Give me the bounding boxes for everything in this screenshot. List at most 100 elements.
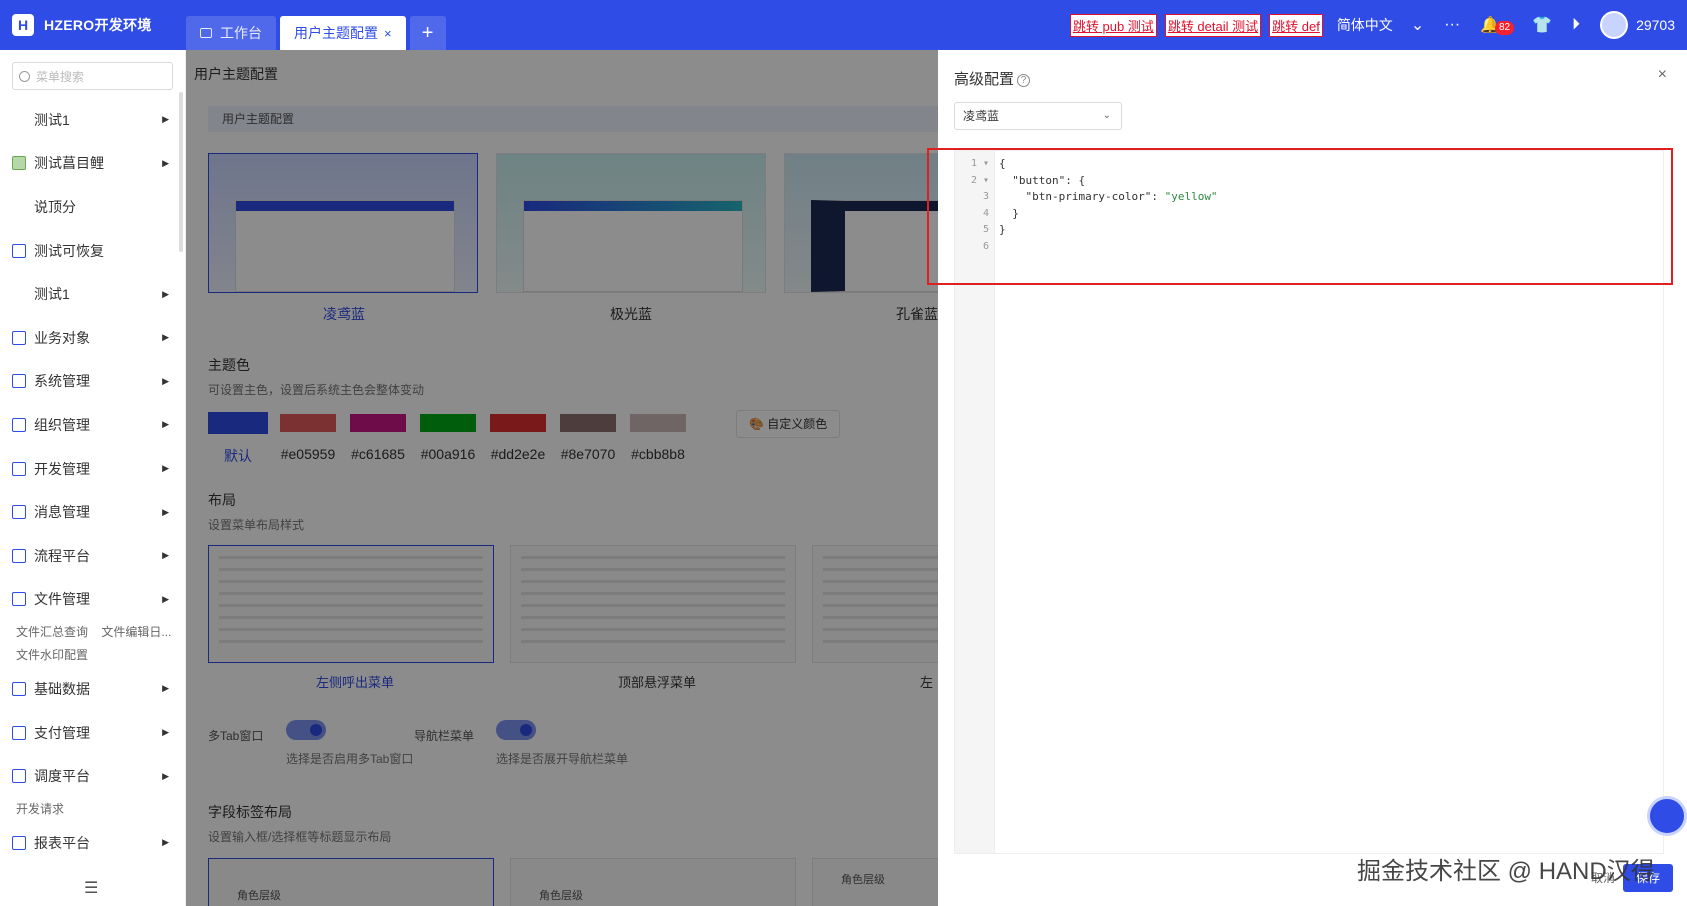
sidebar-menu-item[interactable]: 说顶分 (0, 185, 185, 229)
caret-right-icon: ▶ (162, 332, 169, 343)
drawer-title: 高级配置? (954, 68, 1031, 89)
sidebar-item-label: 基础数据 (34, 680, 90, 697)
more-icon[interactable]: ··· (1444, 16, 1460, 34)
annotation-highlight-box (927, 148, 1673, 285)
sidebar-menu-item[interactable]: 测试1 ▶ (0, 272, 185, 316)
close-icon[interactable]: × (1658, 66, 1667, 84)
sidebar: 菜单搜索 测试1 ▶ 测试菖目鲤 ▶ 说顶分 测试可恢复 测试1 ▶ 业务对象 ▶ 系统管理 ▶ 组织管… (0, 50, 186, 906)
data-icon (12, 681, 26, 696)
table-icon (12, 243, 26, 258)
tab-label: 工作台 (220, 25, 262, 41)
shirt-icon[interactable]: 👕 (1532, 15, 1552, 35)
schedule-icon (12, 769, 26, 784)
add-tab-button[interactable]: + (409, 16, 446, 50)
sidebar-item-label: 测试可恢复 (34, 242, 104, 259)
tab-user-theme-config[interactable]: 用户主题配置 × (280, 16, 406, 50)
sidebar-menu-item[interactable]: 测试菖目鲤 ▶ (0, 142, 185, 186)
chevron-down-icon[interactable]: ⌄ (1411, 15, 1424, 35)
sidebar-menu-item[interactable]: 组织管理 ▶ (0, 403, 185, 447)
sidebar-item-label: 开发管理 (34, 460, 90, 477)
caret-right-icon: ▶ (162, 114, 169, 125)
sidebar-menu-item[interactable]: 基础数据 ▶ (0, 667, 185, 711)
monitor-icon (200, 28, 212, 38)
caret-right-icon: ▶ (162, 288, 169, 299)
help-float-icon[interactable] (1647, 796, 1687, 836)
sidebar-menu-item[interactable]: 文件管理 ▶ (0, 578, 185, 622)
avatar[interactable] (1600, 11, 1629, 39)
user-name[interactable]: 29703 (1636, 17, 1675, 33)
caret-right-icon: ▶ (162, 375, 169, 386)
sidebar-item-label: 消息管理 (34, 504, 90, 521)
sidebar-item-label: 文件管理 (34, 591, 90, 608)
caret-right-icon: ▶ (162, 419, 169, 430)
notification-badge: 82 (1495, 21, 1515, 35)
sidebar-item-label: 调度平台 (34, 768, 90, 785)
sidebar-item-label: 说顶分 (34, 198, 76, 215)
language-select[interactable]: 简体中文 (1337, 15, 1393, 35)
sub-link-file-watermark[interactable]: 文件水印配置 (16, 648, 88, 662)
sidebar-item-label: 支付管理 (34, 724, 90, 741)
modal-mask[interactable] (186, 50, 938, 906)
sidebar-item-label: 报表平台 (34, 834, 90, 851)
drawer-title-text: 高级配置 (954, 71, 1015, 88)
code-icon (12, 461, 26, 476)
sub-link-file-edit-log[interactable]: 文件编辑日... (101, 625, 171, 639)
sidebar-item-label: 组织管理 (34, 416, 90, 433)
caret-right-icon: ▶ (162, 683, 169, 694)
spacer-icon (12, 200, 26, 214)
message-icon (12, 505, 26, 520)
sidebar-menu-item[interactable]: 测试1 ▶ (0, 98, 185, 142)
caret-right-icon: ▶ (162, 157, 169, 168)
menu-search-input[interactable]: 菜单搜索 (12, 62, 173, 90)
sidebar-menu-item[interactable]: 消息管理 ▶ (0, 490, 185, 534)
caret-right-icon: ▶ (162, 463, 169, 474)
file-sub-links: 文件汇总查询 文件编辑日... 文件水印配置 (0, 621, 185, 667)
bell-icon[interactable]: 🔔 82 (1480, 15, 1515, 35)
sidebar-menu-item[interactable]: 流程平台 ▶ (0, 534, 185, 578)
tab-bar: 工作台 用户主题配置 × + (186, 0, 446, 50)
sidebar-menu-item[interactable]: 业务对象 ▶ (0, 316, 185, 360)
caret-right-icon: ▶ (162, 837, 169, 848)
robot-icon (12, 156, 26, 171)
theme-select-value: 凌鸢蓝 (963, 109, 1000, 123)
sidebar-item-label: 测试菖目鲤 (34, 155, 104, 172)
sub-link-file-summary[interactable]: 文件汇总查询 (16, 625, 88, 639)
schedule-sub-links: 开发请求 (0, 798, 185, 821)
sidebar-menu-item[interactable]: 调度平台 ▶ (0, 754, 185, 798)
sidebar-scrollbar[interactable] (179, 92, 183, 252)
jump-pub-link[interactable]: 跳转 pub 测试 (1069, 13, 1157, 37)
sidebar-item-label: 测试1 (34, 111, 70, 128)
sidebar-menu-item[interactable]: 系统管理 ▶ (0, 360, 185, 404)
top-header: H HZERO开发环境 工作台 用户主题配置 × + 跳转 pub 测试 跳转 … (0, 0, 1687, 50)
caret-right-icon: ▶ (162, 770, 169, 781)
search-placeholder: 菜单搜索 (36, 69, 85, 84)
tab-label: 用户主题配置 (294, 25, 378, 41)
spacer-icon (12, 113, 26, 127)
sidebar-menu-item[interactable]: 支付管理 ▶ (0, 711, 185, 755)
header-actions: 跳转 pub 测试 跳转 detail 测试 跳转 def 简体中文 ⌄ ···… (1069, 0, 1687, 50)
sidebar-menu-item[interactable]: 测试可恢复 (0, 229, 185, 273)
theme-select[interactable]: 凌鸢蓝 ⌄ (954, 102, 1122, 130)
brand-logo-icon: H (12, 14, 34, 36)
brand-title: HZERO开发环境 (44, 17, 152, 33)
close-icon[interactable]: × (384, 26, 392, 41)
collapse-menu-icon[interactable]: ☰ (84, 878, 98, 898)
sidebar-item-label: 流程平台 (34, 547, 90, 564)
jump-def-link[interactable]: 跳转 def (1269, 13, 1323, 37)
sidebar-menu-item[interactable]: 开发管理 ▶ (0, 447, 185, 491)
caret-right-icon: ▶ (162, 550, 169, 561)
report-icon (12, 835, 26, 850)
sidebar-item-label: 测试1 (34, 286, 70, 303)
chevron-down-icon: ⌄ (1102, 110, 1111, 121)
tab-workbench[interactable]: 工作台 (186, 16, 276, 50)
jump-detail-link[interactable]: 跳转 detail 测试 (1164, 13, 1262, 37)
help-icon[interactable]: ? (1017, 74, 1031, 87)
play-icon[interactable]: ⏵ (1572, 16, 1580, 34)
sidebar-menu-item[interactable]: 报表平台 ▶ (0, 821, 185, 865)
sidebar-item-label: 系统管理 (34, 373, 90, 390)
search-icon (19, 70, 30, 82)
org-icon (12, 417, 26, 432)
credit-watermark: 掘金技术社区 @ HAND汉得 (1357, 858, 1655, 885)
sub-link-dev-request[interactable]: 开发请求 (16, 802, 64, 816)
brand[interactable]: H HZERO开发环境 (0, 0, 186, 50)
